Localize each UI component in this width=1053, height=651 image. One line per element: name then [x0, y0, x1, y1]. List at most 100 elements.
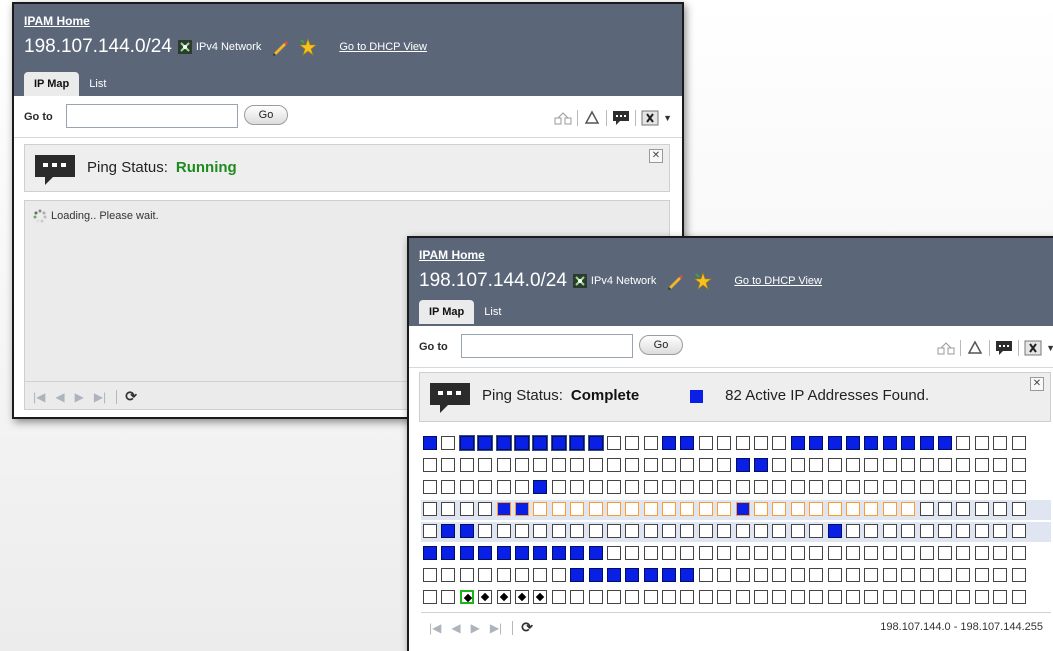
ip-cell[interactable]	[882, 524, 897, 538]
ip-cell[interactable]	[496, 458, 511, 472]
ip-cell[interactable]	[588, 524, 603, 538]
ip-cell[interactable]	[625, 546, 640, 560]
ip-cell[interactable]	[864, 458, 879, 472]
ip-cell[interactable]	[643, 590, 658, 604]
ip-cell[interactable]	[551, 590, 566, 604]
ip-cell[interactable]	[956, 436, 971, 450]
edit-icon[interactable]	[271, 38, 289, 56]
ip-cell[interactable]	[643, 502, 658, 516]
ip-cell[interactable]	[570, 568, 585, 582]
ip-cell[interactable]	[569, 435, 586, 451]
ip-cell[interactable]	[698, 436, 713, 450]
ip-cell[interactable]	[477, 435, 494, 451]
ip-cell[interactable]	[735, 458, 750, 472]
last-page-icon[interactable]: ▶|	[490, 621, 502, 635]
ip-cell[interactable]	[606, 480, 621, 494]
ip-cell[interactable]	[551, 458, 566, 472]
ip-cell[interactable]	[533, 524, 548, 538]
ip-cell[interactable]	[735, 568, 750, 582]
ip-cell[interactable]	[790, 546, 805, 560]
ip-cell[interactable]	[606, 458, 621, 472]
ip-cell[interactable]	[680, 590, 695, 604]
ip-cell[interactable]	[882, 480, 897, 494]
ip-cell[interactable]	[993, 546, 1008, 560]
ip-cell[interactable]	[423, 524, 437, 538]
ip-cell[interactable]	[974, 502, 989, 516]
ip-cell[interactable]	[809, 480, 824, 494]
edit-icon[interactable]	[666, 272, 684, 290]
ip-cell[interactable]	[937, 480, 952, 494]
ip-cell[interactable]	[570, 502, 585, 516]
clear-icon[interactable]	[639, 108, 661, 128]
ip-cell[interactable]	[993, 436, 1008, 450]
ip-cell[interactable]	[956, 590, 971, 604]
ip-cell[interactable]	[735, 480, 750, 494]
ip-cell[interactable]	[459, 546, 474, 560]
ip-cell[interactable]	[809, 568, 824, 582]
prev-page-icon[interactable]: ◀	[451, 621, 460, 635]
ip-cell[interactable]	[827, 590, 842, 604]
prev-page-icon[interactable]: ◀	[55, 390, 64, 404]
ip-cell[interactable]	[662, 458, 677, 472]
ip-cell[interactable]	[551, 568, 566, 582]
ip-cell[interactable]	[919, 436, 934, 450]
ip-cell[interactable]	[570, 546, 585, 560]
ip-cell[interactable]	[625, 436, 640, 450]
ip-cell[interactable]	[459, 458, 474, 472]
ip-cell[interactable]	[754, 568, 769, 582]
ip-cell[interactable]	[717, 480, 732, 494]
ip-cell[interactable]	[643, 546, 658, 560]
ip-cell[interactable]	[993, 590, 1008, 604]
ip-cell[interactable]	[827, 524, 842, 538]
ip-cell[interactable]	[441, 590, 456, 604]
ip-cell[interactable]	[698, 502, 713, 516]
ip-cell[interactable]	[956, 546, 971, 560]
ip-cell[interactable]	[423, 502, 437, 516]
ip-cell[interactable]	[845, 436, 860, 450]
ip-cell[interactable]	[937, 458, 952, 472]
ip-cell[interactable]	[956, 502, 971, 516]
ip-cell[interactable]	[864, 524, 879, 538]
ip-cell[interactable]	[882, 458, 897, 472]
ip-cell[interactable]	[1011, 568, 1026, 582]
ip-cell[interactable]	[662, 502, 677, 516]
ip-cell[interactable]	[772, 436, 787, 450]
ip-cell[interactable]	[790, 524, 805, 538]
ip-cell[interactable]	[423, 568, 437, 582]
ip-cell[interactable]	[974, 436, 989, 450]
recycle-icon[interactable]	[581, 108, 603, 128]
ip-cell[interactable]	[919, 568, 934, 582]
ip-cell[interactable]	[698, 524, 713, 538]
ip-cell[interactable]	[919, 590, 934, 604]
ip-cell[interactable]	[625, 568, 640, 582]
ip-cell[interactable]	[864, 480, 879, 494]
add-favorite-icon[interactable]	[694, 272, 713, 290]
ip-cell[interactable]	[790, 436, 805, 450]
ip-cell[interactable]	[993, 568, 1008, 582]
ip-cell[interactable]	[845, 524, 860, 538]
ip-cell[interactable]	[441, 502, 456, 516]
ip-cell[interactable]	[993, 480, 1008, 494]
ip-cell[interactable]	[717, 568, 732, 582]
ip-cell[interactable]	[532, 435, 549, 451]
ip-cell[interactable]	[587, 435, 604, 451]
ip-cell[interactable]	[423, 590, 437, 604]
ip-cell[interactable]	[441, 480, 456, 494]
recycle-icon[interactable]	[964, 338, 986, 358]
ip-cell[interactable]	[790, 502, 805, 516]
ip-cell[interactable]	[901, 590, 916, 604]
ip-cell[interactable]	[956, 568, 971, 582]
chevron-down-icon[interactable]: ▼	[663, 113, 672, 123]
ip-cell[interactable]	[513, 435, 530, 451]
ip-cell[interactable]	[588, 480, 603, 494]
ip-cell[interactable]	[717, 436, 732, 450]
ip-cell[interactable]	[754, 458, 769, 472]
ip-cell[interactable]	[423, 436, 437, 450]
ip-cell[interactable]	[845, 502, 860, 516]
ip-cell[interactable]	[956, 524, 971, 538]
ip-cell[interactable]	[937, 546, 952, 560]
refresh-icon[interactable]: ⟳	[521, 619, 533, 636]
ip-cell[interactable]	[514, 480, 529, 494]
ip-cell[interactable]	[790, 590, 805, 604]
ip-cell[interactable]	[772, 480, 787, 494]
